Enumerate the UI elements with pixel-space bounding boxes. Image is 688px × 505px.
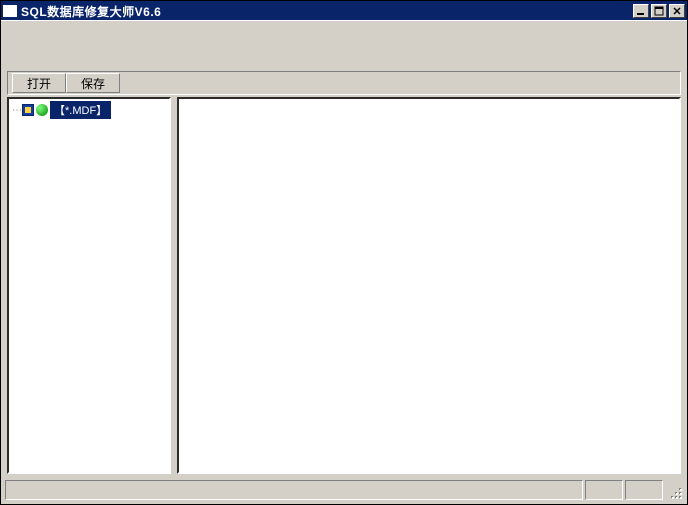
window-title: SQL数据库修复大师V6.6 <box>21 3 633 20</box>
database-icon <box>22 104 34 116</box>
tree-pane[interactable]: ⋯ 【*.MDF】 <box>7 97 171 474</box>
status-cell-1 <box>585 480 623 500</box>
open-button[interactable]: 打开 <box>12 73 66 93</box>
toolbar: 打开 保存 <box>7 71 681 95</box>
minimize-button[interactable] <box>633 4 649 18</box>
close-button[interactable] <box>669 4 685 18</box>
tree-connector-icon: ⋯ <box>12 105 20 116</box>
status-main <box>5 480 583 500</box>
status-bar <box>5 480 683 500</box>
save-button[interactable]: 保存 <box>66 73 120 93</box>
window-controls <box>633 4 685 18</box>
title-bar: SQL数据库修复大师V6.6 <box>1 1 687 21</box>
tree-root-label: 【*.MDF】 <box>50 101 111 119</box>
app-icon <box>3 5 17 17</box>
resize-grip-icon[interactable] <box>665 480 683 500</box>
maximize-button[interactable] <box>651 4 667 18</box>
content-pane[interactable] <box>177 97 681 474</box>
status-ok-icon <box>36 104 48 116</box>
tree-root-item[interactable]: ⋯ 【*.MDF】 <box>9 99 169 121</box>
status-cell-2 <box>625 480 663 500</box>
main-panels: ⋯ 【*.MDF】 <box>7 97 681 474</box>
client-area: 打开 保存 ⋯ 【*.MDF】 <box>1 20 687 504</box>
